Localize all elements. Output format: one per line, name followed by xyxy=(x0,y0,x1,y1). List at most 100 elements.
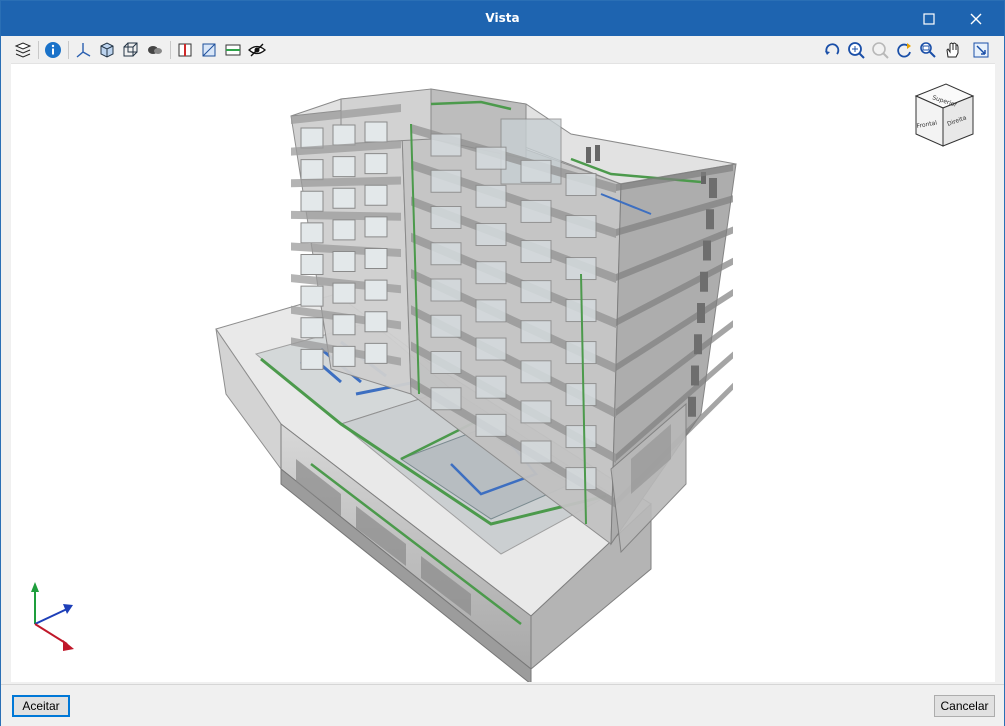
axis-y-arrow xyxy=(31,582,39,592)
window-pane xyxy=(475,261,507,285)
window-pane xyxy=(332,314,356,336)
window-pane xyxy=(364,311,388,333)
cancel-button[interactable]: Cancelar xyxy=(934,695,995,717)
window-pane xyxy=(300,127,324,149)
window-pane xyxy=(565,173,597,197)
window-pane xyxy=(694,334,702,355)
hide-elements-icon xyxy=(148,46,162,54)
window-pane xyxy=(364,279,388,301)
window-pane xyxy=(300,159,324,181)
visibility-button[interactable] xyxy=(247,40,267,60)
zoom-window-button[interactable] xyxy=(918,40,938,60)
window-pane xyxy=(703,240,711,261)
window-pane xyxy=(430,133,462,157)
zoom-extents-button[interactable] xyxy=(846,40,866,60)
view-cube[interactable]: Superior Frontal Direita xyxy=(914,83,975,147)
window-title: Vista xyxy=(485,11,520,25)
axes-button[interactable] xyxy=(73,40,93,60)
window-pane xyxy=(565,467,597,491)
window-pane xyxy=(300,348,324,370)
window-pane xyxy=(332,156,356,178)
window-pane xyxy=(565,215,597,239)
axis-x-arrow xyxy=(63,640,74,651)
zoom-extents-icon xyxy=(848,42,865,59)
window-pane xyxy=(475,299,507,323)
building-3d-model: Superior Frontal Direita xyxy=(31,83,975,686)
info-button[interactable] xyxy=(43,40,63,60)
accept-button[interactable]: Aceitar xyxy=(12,695,70,717)
title-bar: Vista xyxy=(1,1,1004,36)
window-pane xyxy=(430,278,462,302)
window-pane xyxy=(364,216,388,238)
wireframe-view-icon xyxy=(123,42,138,57)
window-pane xyxy=(364,248,388,269)
close-icon xyxy=(970,13,982,24)
floor-plan-button[interactable] xyxy=(223,40,243,60)
window-pane xyxy=(565,425,597,449)
window-pane xyxy=(520,240,552,264)
toolbar-separator xyxy=(68,41,69,59)
window-pane xyxy=(475,184,507,208)
axis-gizmo xyxy=(31,582,74,651)
window-pane xyxy=(520,400,552,424)
clip-box-button[interactable] xyxy=(199,40,219,60)
axes-icon xyxy=(76,43,91,58)
window-pane xyxy=(300,285,324,307)
refresh-view-button[interactable] xyxy=(894,40,914,60)
window-pane xyxy=(332,187,356,209)
window-pane xyxy=(332,219,356,241)
section-plane-icon xyxy=(178,43,192,57)
window-pane xyxy=(565,383,597,407)
floor-plan-icon xyxy=(225,44,241,56)
close-button[interactable] xyxy=(953,1,999,36)
wireframe-view-button[interactable] xyxy=(121,40,141,60)
3d-viewport[interactable]: Superior Frontal Direita xyxy=(11,63,995,686)
window-pane xyxy=(430,314,462,338)
window-pane xyxy=(430,169,462,193)
window-pane xyxy=(364,342,388,364)
zoom-previous-button[interactable] xyxy=(870,40,890,60)
window-pane xyxy=(520,280,552,304)
window-pane xyxy=(430,206,462,229)
visibility-eye-icon xyxy=(248,43,266,57)
fit-window-button[interactable] xyxy=(971,40,991,60)
window-pane xyxy=(475,413,507,437)
info-icon xyxy=(45,42,61,58)
pan-hand-icon xyxy=(946,42,959,58)
axis-z-arrow xyxy=(63,604,73,614)
toolbar-separator xyxy=(170,41,171,59)
window-pane xyxy=(688,396,696,417)
window-pane xyxy=(364,184,388,206)
solid-view-button[interactable] xyxy=(97,40,117,60)
dialog-footer: Aceitar Cancelar xyxy=(1,684,1004,726)
window-pane xyxy=(300,222,324,244)
window-pane xyxy=(364,121,388,143)
window-pane xyxy=(520,360,552,384)
layers-button[interactable] xyxy=(13,40,33,60)
window-pane xyxy=(520,159,552,183)
zoom-previous-icon xyxy=(872,42,889,59)
maximize-icon xyxy=(923,12,935,25)
window-pane xyxy=(475,337,507,361)
window-pane xyxy=(520,320,552,344)
window-pane xyxy=(709,178,717,198)
hide-elements-button[interactable] xyxy=(145,40,165,60)
pan-button[interactable] xyxy=(942,40,962,60)
window-pane xyxy=(520,440,552,464)
window-pane xyxy=(430,387,462,411)
zoom-window-icon xyxy=(920,42,936,58)
window-pane xyxy=(430,351,462,374)
window-pane xyxy=(475,146,507,170)
window-pane xyxy=(332,345,356,367)
window-pane xyxy=(706,209,714,230)
window-pane xyxy=(520,199,552,223)
window-pane xyxy=(332,124,356,146)
maximize-button[interactable] xyxy=(906,1,952,36)
window-pane xyxy=(475,375,507,399)
section-plane-button[interactable] xyxy=(175,40,195,60)
rotate-view-button[interactable] xyxy=(822,40,842,60)
solid-view-icon xyxy=(100,42,114,58)
window-pane xyxy=(430,242,462,266)
window-pane xyxy=(364,153,388,175)
window-pane xyxy=(300,317,324,339)
